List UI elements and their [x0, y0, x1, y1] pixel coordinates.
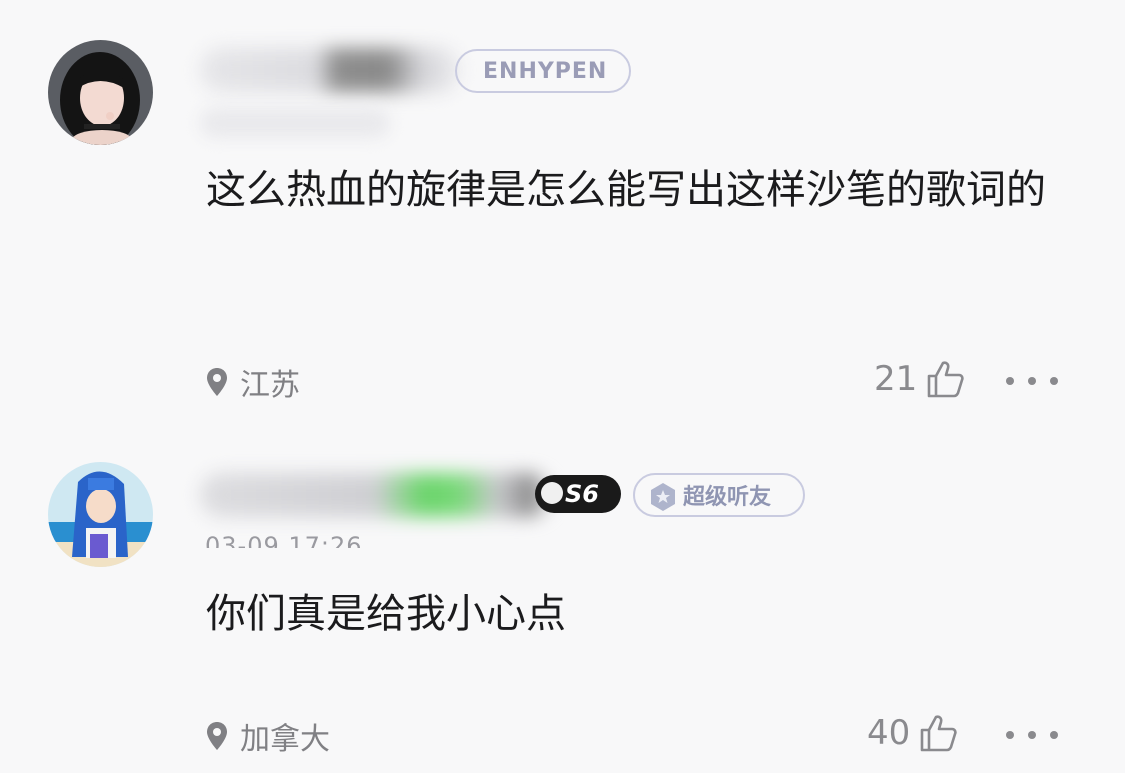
like-button[interactable]: 21: [874, 359, 965, 399]
username-blurred[interactable]: [200, 473, 550, 517]
location-pin-icon: [207, 722, 227, 750]
level-badge[interactable]: S6: [535, 475, 621, 513]
listener-badge[interactable]: 超级听友: [633, 473, 805, 517]
comment-item: ENHYPEN 这么热血的旋律是怎么能写出这样沙笔的歌词的 江苏 21: [0, 0, 1125, 440]
comment-item: 03-09 17:26 S6 超级听友 你们真是给我小心点 加拿大 40: [0, 440, 1125, 773]
like-count: 40: [867, 713, 911, 753]
avatar[interactable]: [48, 462, 153, 567]
listener-badge-label: 超级听友: [683, 485, 772, 510]
more-options-button[interactable]: [1006, 730, 1058, 740]
fan-badge-label: ENHYPEN: [483, 58, 608, 84]
hexagon-badge-icon: [651, 483, 675, 511]
comment-text: 这么热血的旋律是怎么能写出这样沙笔的歌词的: [206, 167, 1046, 213]
like-button[interactable]: 40: [867, 713, 958, 753]
fan-badge[interactable]: ENHYPEN: [455, 49, 631, 93]
location-label: 江苏: [240, 368, 300, 403]
username-blurred[interactable]: [200, 48, 460, 92]
timestamp: 03-09 17:26: [205, 532, 363, 548]
timestamp-blurred: [200, 108, 390, 138]
level-badge-label: S6: [565, 480, 599, 508]
thumbs-up-icon: [920, 715, 957, 752]
avatar[interactable]: [48, 40, 153, 145]
more-options-button[interactable]: [1006, 376, 1058, 386]
location: 加拿大: [206, 714, 330, 758]
comment-text: 你们真是给我小心点: [206, 591, 566, 637]
thumbs-up-icon: [927, 361, 964, 398]
location-pin-icon: [207, 368, 227, 396]
more-dots-icon: [1006, 377, 1014, 385]
location: 江苏: [206, 360, 300, 404]
more-dots-icon: [1006, 731, 1014, 739]
location-label: 加拿大: [240, 722, 330, 757]
level-dot-icon: [541, 482, 563, 504]
like-count: 21: [874, 359, 918, 399]
